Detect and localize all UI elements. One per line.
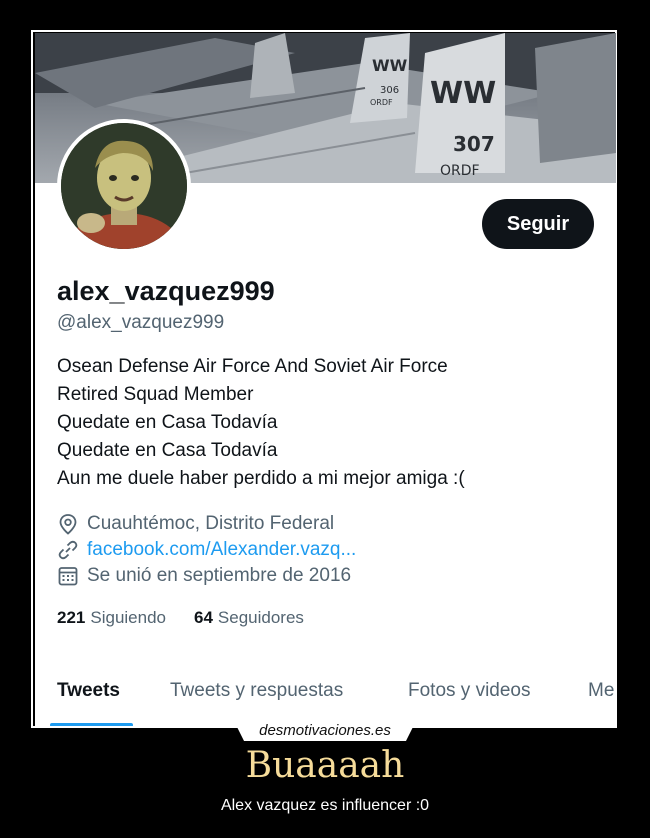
bio-line: Quedate en Casa Todavía	[57, 412, 278, 433]
svg-text:ORDF: ORDF	[370, 98, 393, 107]
poster-subtitle: Alex vazquez es influencer :0	[220, 797, 430, 814]
tab-photos-and-videos[interactable]: Fotos y videos	[408, 680, 531, 702]
profile-card: WW 306 ORDF WW 307 ORDF Seguir alex_vazq…	[35, 33, 616, 726]
profile-joined: Se unió en septiembre de 2016	[57, 563, 351, 589]
tab-tweets-and-replies[interactable]: Tweets y respuestas	[170, 680, 343, 702]
tab-more[interactable]: Me	[588, 680, 614, 702]
svg-text:306: 306	[380, 85, 399, 96]
joined-text: Se unió en septiembre de 2016	[87, 565, 352, 586]
location-text: Cuauhtémoc, Distrito Federal	[87, 513, 335, 534]
bio-line: Retired Squad Member	[57, 384, 254, 405]
avatar[interactable]	[57, 119, 191, 253]
profile-location: Cuauhtémoc, Distrito Federal	[57, 511, 334, 537]
svg-text:WW: WW	[430, 76, 496, 111]
svg-text:307: 307	[453, 132, 495, 156]
bio-line: Aun me duele haber perdido a mi mejor am…	[57, 468, 465, 489]
following-stat[interactable]: 221 Siguiendo	[57, 608, 166, 628]
profile-handle: @alex_vazquez999	[57, 312, 225, 333]
tab-tweets[interactable]: Tweets	[57, 680, 120, 702]
profile-website[interactable]: facebook.com/Alexander.vazq...	[57, 537, 356, 563]
calendar-icon	[58, 567, 78, 586]
followers-count: 64	[194, 608, 213, 627]
following-label: Siguiendo	[90, 608, 166, 627]
profile-bio: Osean Defense Air Force And Soviet Air F…	[57, 353, 465, 493]
svg-text:ORDF: ORDF	[440, 163, 480, 179]
bio-line: Osean Defense Air Force And Soviet Air F…	[57, 356, 448, 377]
avatar-character-illustration	[61, 123, 187, 249]
follow-button[interactable]: Seguir	[482, 199, 594, 249]
link-icon	[58, 540, 78, 560]
poster-title: Buaaaah	[245, 745, 405, 786]
followers-label: Seguidores	[217, 608, 304, 627]
profile-display-name: alex_vazquez999	[57, 276, 275, 306]
followers-stat[interactable]: 64 Seguidores	[194, 608, 304, 628]
profile-tabs: Tweets Tweets y respuestas Fotos y video…	[57, 680, 616, 710]
website-link[interactable]: facebook.com/Alexander.vazq...	[87, 539, 356, 561]
svg-text:WW: WW	[372, 56, 408, 75]
active-tab-indicator	[50, 723, 133, 726]
location-pin-icon	[59, 514, 77, 535]
profile-stats: 221 Siguiendo 64 Seguidores	[57, 608, 332, 628]
bio-line: Quedate en Casa Todavía	[57, 440, 278, 461]
site-watermark: desmotivaciones.es	[233, 719, 417, 741]
following-count: 221	[57, 608, 86, 627]
